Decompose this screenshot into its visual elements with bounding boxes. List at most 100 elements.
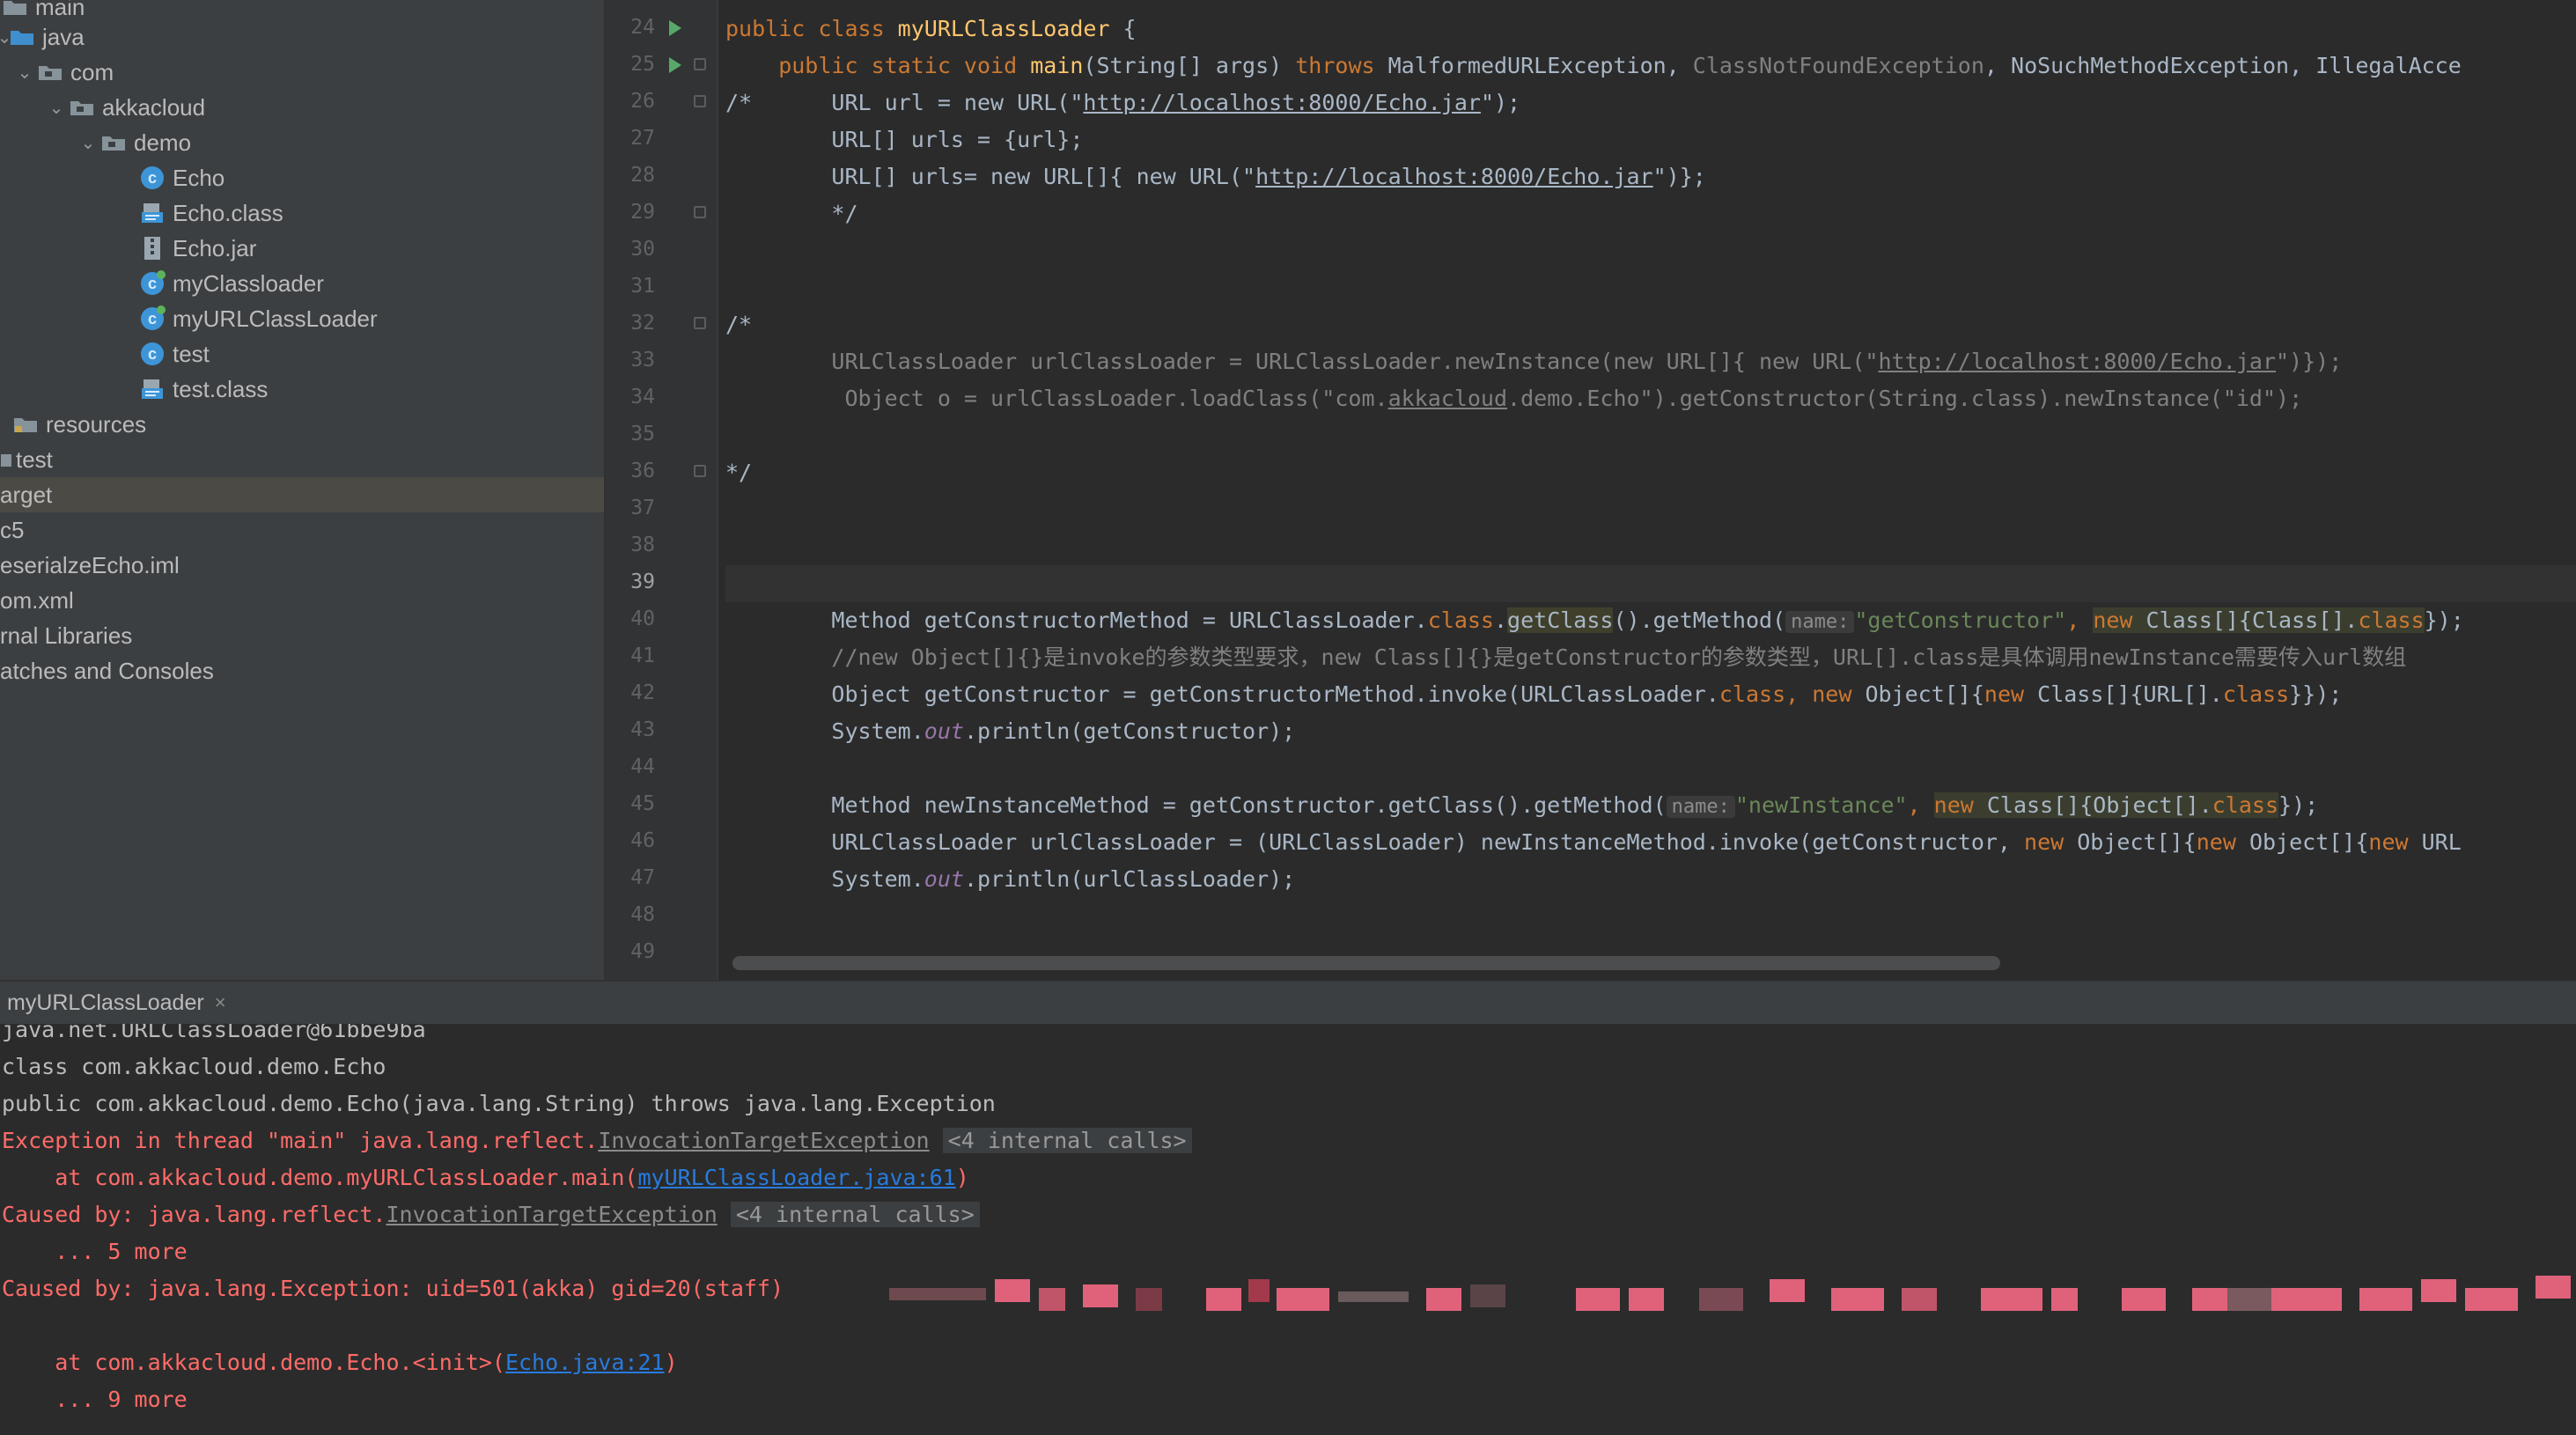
folder-icon — [2, 0, 28, 18]
line-number: 46 — [630, 829, 655, 852]
fold-icon[interactable] — [694, 95, 706, 107]
line-number-current: 39 — [630, 570, 655, 593]
tree-item-target[interactable]: arget — [0, 477, 604, 512]
package-icon — [100, 131, 127, 154]
line-number: 47 — [630, 866, 655, 889]
line-number: 40 — [630, 607, 655, 630]
run-class-icon[interactable] — [669, 20, 681, 36]
exception-link[interactable]: InvocationTargetException — [386, 1202, 718, 1227]
tree-item-iml[interactable]: eserialzeEcho.iml — [0, 548, 604, 583]
line-number: 24 — [630, 16, 655, 39]
source-link[interactable]: myURLClassLoader.java:61 — [637, 1165, 955, 1190]
parameter-hint: name: — [1666, 796, 1735, 818]
line-number: 34 — [630, 386, 655, 408]
line-number: 49 — [630, 940, 655, 963]
console-error-line: ... 5 more — [2, 1239, 188, 1264]
fold-icon[interactable] — [694, 206, 706, 218]
code-line-29: */ — [725, 201, 858, 226]
tree-item-myurlclassloader[interactable]: c myURLClassLoader — [0, 301, 604, 336]
internal-calls-toggle[interactable]: <4 internal calls> — [942, 1128, 1192, 1153]
run-console[interactable]: java.net.URLClassLoader@61bbe9ba class c… — [0, 1024, 2576, 1435]
fold-icon[interactable] — [694, 58, 706, 70]
package-icon — [37, 61, 63, 84]
run-tab-myurlclassloader[interactable]: myURLClassLoader × — [0, 982, 226, 1024]
line-number: 43 — [630, 718, 655, 741]
chevron-down-icon[interactable]: ⌄ — [44, 97, 69, 119]
class-file-icon — [139, 378, 166, 401]
code-line-41: //new Object[]{}是invoke的参数类型要求，new Class… — [725, 644, 2407, 670]
tree-item-java[interactable]: ⌄ java — [0, 19, 604, 55]
line-number: 41 — [630, 644, 655, 667]
jar-icon — [139, 237, 166, 260]
line-number: 38 — [630, 534, 655, 556]
tree-item-demo[interactable]: ⌄ demo — [0, 125, 604, 160]
tree-item-echo-class[interactable]: Echo.class — [0, 195, 604, 231]
current-line-highlight — [725, 565, 2576, 602]
run-tool-window-tabs: myURLClassLoader × — [0, 980, 2576, 1026]
code-editor[interactable]: 24 25 26 27 28 29 30 31 32 33 34 35 36 3… — [606, 0, 2576, 980]
console-error-line: ... 9 more — [2, 1387, 188, 1412]
code-line-46: URLClassLoader urlClassLoader = (URLClas… — [725, 829, 2462, 855]
tree-item-resources[interactable]: resources — [0, 407, 604, 442]
line-number: 30 — [630, 238, 655, 261]
code-line-40: Method getConstructorMethod = URLClassLo… — [725, 607, 2464, 633]
tree-item-pom[interactable]: om.xml — [0, 583, 604, 618]
code-line-27: URL[] urls = {url}; — [725, 127, 1084, 152]
code-line-34: Object o = urlClassLoader.loadClass("com… — [725, 386, 2303, 411]
line-number: 28 — [630, 164, 655, 187]
line-number: 29 — [630, 201, 655, 224]
tree-item-external-libraries[interactable]: rnal Libraries — [0, 618, 604, 653]
line-number: 35 — [630, 423, 655, 445]
chevron-down-icon[interactable]: ⌄ — [12, 62, 37, 84]
class-icon: c — [139, 166, 166, 189]
resources-folder-icon — [12, 413, 39, 436]
code-line-45: Method newInstanceMethod = getConstructo… — [725, 792, 2319, 818]
console-error-line: at com.akkacloud.demo.Echo.<init>(Echo.j… — [2, 1350, 678, 1375]
code-line-33: URLClassLoader urlClassLoader = URLClass… — [725, 349, 2343, 374]
console-line: class com.akkacloud.demo.Echo — [2, 1054, 386, 1079]
line-number: 48 — [630, 903, 655, 926]
internal-calls-toggle[interactable]: <4 internal calls> — [730, 1202, 980, 1227]
tree-item-test[interactable]: c test — [0, 336, 604, 372]
chevron-down-icon[interactable]: ⌄ — [0, 26, 11, 48]
line-number: 42 — [630, 681, 655, 704]
console-line: java.net.URLClassLoader@61bbe9ba — [2, 1024, 426, 1042]
console-error-line: at com.akkacloud.demo.myURLClassLoader.m… — [2, 1165, 969, 1190]
code-line-25: public static void main(String[] args) t… — [725, 53, 2462, 78]
line-number: 26 — [630, 90, 655, 113]
run-main-icon[interactable] — [669, 57, 681, 73]
tree-item-scratches[interactable]: atches and Consoles — [0, 653, 604, 688]
parameter-hint: name: — [1785, 611, 1855, 633]
code-line-24: public class myURLClassLoader { — [725, 16, 1137, 41]
horizontal-scrollbar[interactable] — [732, 956, 2000, 970]
line-number: 44 — [630, 755, 655, 778]
exception-link[interactable]: InvocationTargetException — [598, 1128, 929, 1153]
line-number: 36 — [630, 460, 655, 482]
tree-item-echo[interactable]: c Echo — [0, 160, 604, 195]
code-line-42: Object getConstructor = getConstructorMe… — [725, 681, 2343, 707]
line-number: 31 — [630, 275, 655, 298]
fold-icon[interactable] — [694, 317, 706, 329]
console-line: public com.akkacloud.demo.Echo(java.lang… — [2, 1091, 996, 1116]
fold-icon[interactable] — [694, 465, 706, 477]
close-icon[interactable]: × — [215, 991, 226, 1014]
code-area[interactable]: public class myURLClassLoader { public s… — [725, 0, 2576, 980]
line-number: 25 — [630, 53, 655, 76]
runnable-class-icon: c — [139, 270, 166, 295]
runnable-class-icon: c — [139, 305, 166, 330]
tree-item-test-class[interactable]: test.class — [0, 372, 604, 407]
line-number: 45 — [630, 792, 655, 815]
tree-item-akkacloud[interactable]: ⌄ akkacloud — [0, 90, 604, 125]
tree-item-c5[interactable]: c5 — [0, 512, 604, 548]
editor-gutter: 24 25 26 27 28 29 30 31 32 33 34 35 36 3… — [606, 0, 718, 980]
line-number: 27 — [630, 127, 655, 150]
source-link[interactable]: Echo.java:21 — [505, 1350, 665, 1375]
tree-item-test-folder[interactable]: test — [0, 442, 604, 477]
tree-item-myclassloader[interactable]: c myClassloader — [0, 266, 604, 301]
package-icon — [69, 96, 95, 119]
tree-item-echo-jar[interactable]: Echo.jar — [0, 231, 604, 266]
code-line-28: URL[] urls= new URL[]{ new URL("http://l… — [725, 164, 1706, 189]
project-tree: main ⌄ java ⌄ com ⌄ akkacloud ⌄ demo c E… — [0, 0, 606, 980]
tree-item-com[interactable]: ⌄ com — [0, 55, 604, 90]
chevron-down-icon[interactable]: ⌄ — [76, 132, 100, 154]
